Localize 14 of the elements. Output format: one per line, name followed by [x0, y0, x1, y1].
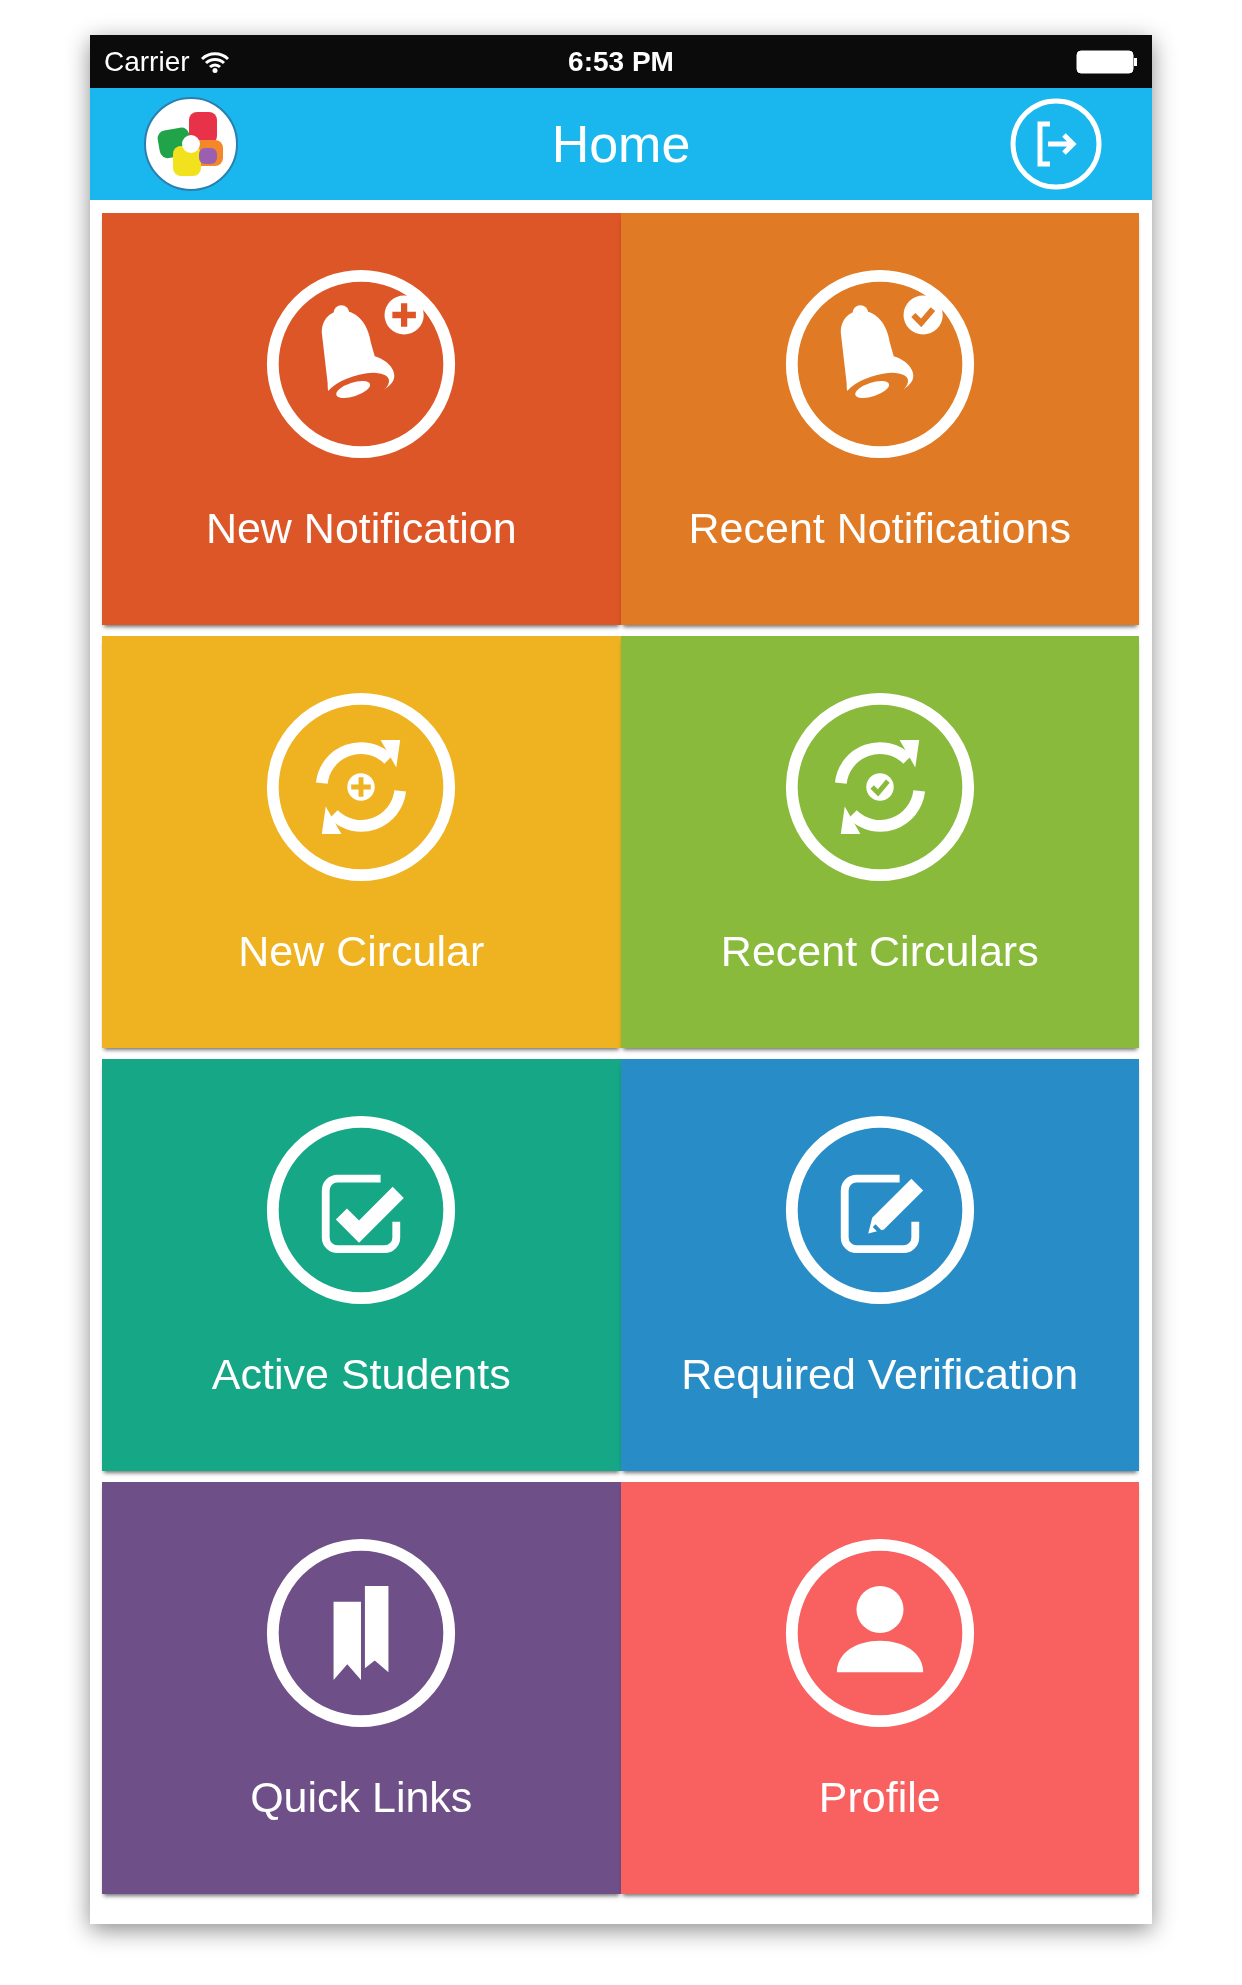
menu-tile[interactable]: Recent Notifications	[620, 213, 1139, 625]
wifi-icon	[199, 50, 230, 73]
clock-time: 6:53 PM	[568, 45, 674, 77]
logout-icon[interactable]	[1010, 98, 1102, 190]
menu-tile[interactable]: New Notification	[102, 213, 621, 625]
menu-tile[interactable]: New Circular	[102, 636, 621, 1048]
menu-tile[interactable]: Required Verification	[620, 1059, 1139, 1471]
menu-tile[interactable]: Active Students	[102, 1059, 621, 1471]
menu-tile[interactable]: Quick Links	[102, 1482, 621, 1894]
carrier-label: Carrier	[104, 45, 190, 78]
battery-icon	[1076, 49, 1138, 74]
screen-title: Home	[551, 114, 691, 174]
menu-tile[interactable]: Recent Circulars	[620, 636, 1139, 1048]
menu-tile[interactable]: Profile	[620, 1482, 1139, 1894]
